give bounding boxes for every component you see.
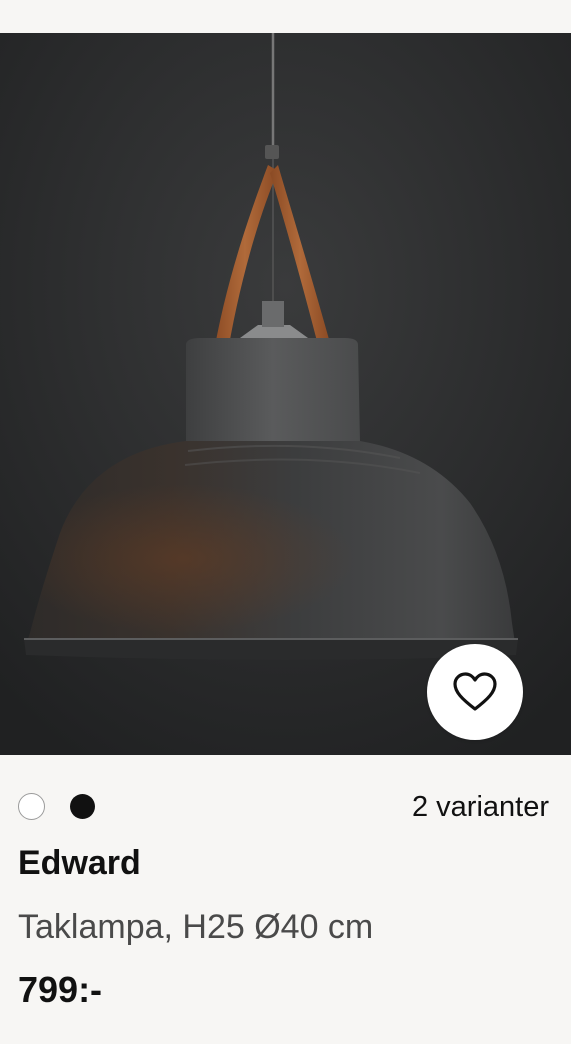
variant-count-link[interactable]: 2 varianter <box>412 790 549 824</box>
product-price: 799:- <box>18 969 103 1010</box>
product-description: Taklampa, H25 Ø40 cm <box>18 908 374 946</box>
swatch-white[interactable] <box>18 793 45 820</box>
favorite-button[interactable] <box>427 644 523 740</box>
product-card[interactable]: 2 varianter Edward Taklampa, H25 Ø40 cm … <box>0 0 571 1044</box>
swatch-black[interactable] <box>70 794 95 819</box>
heart-icon <box>453 672 497 711</box>
product-image[interactable] <box>0 33 571 755</box>
product-name[interactable]: Edward <box>18 842 141 884</box>
variants-row: 2 varianter <box>18 784 549 828</box>
